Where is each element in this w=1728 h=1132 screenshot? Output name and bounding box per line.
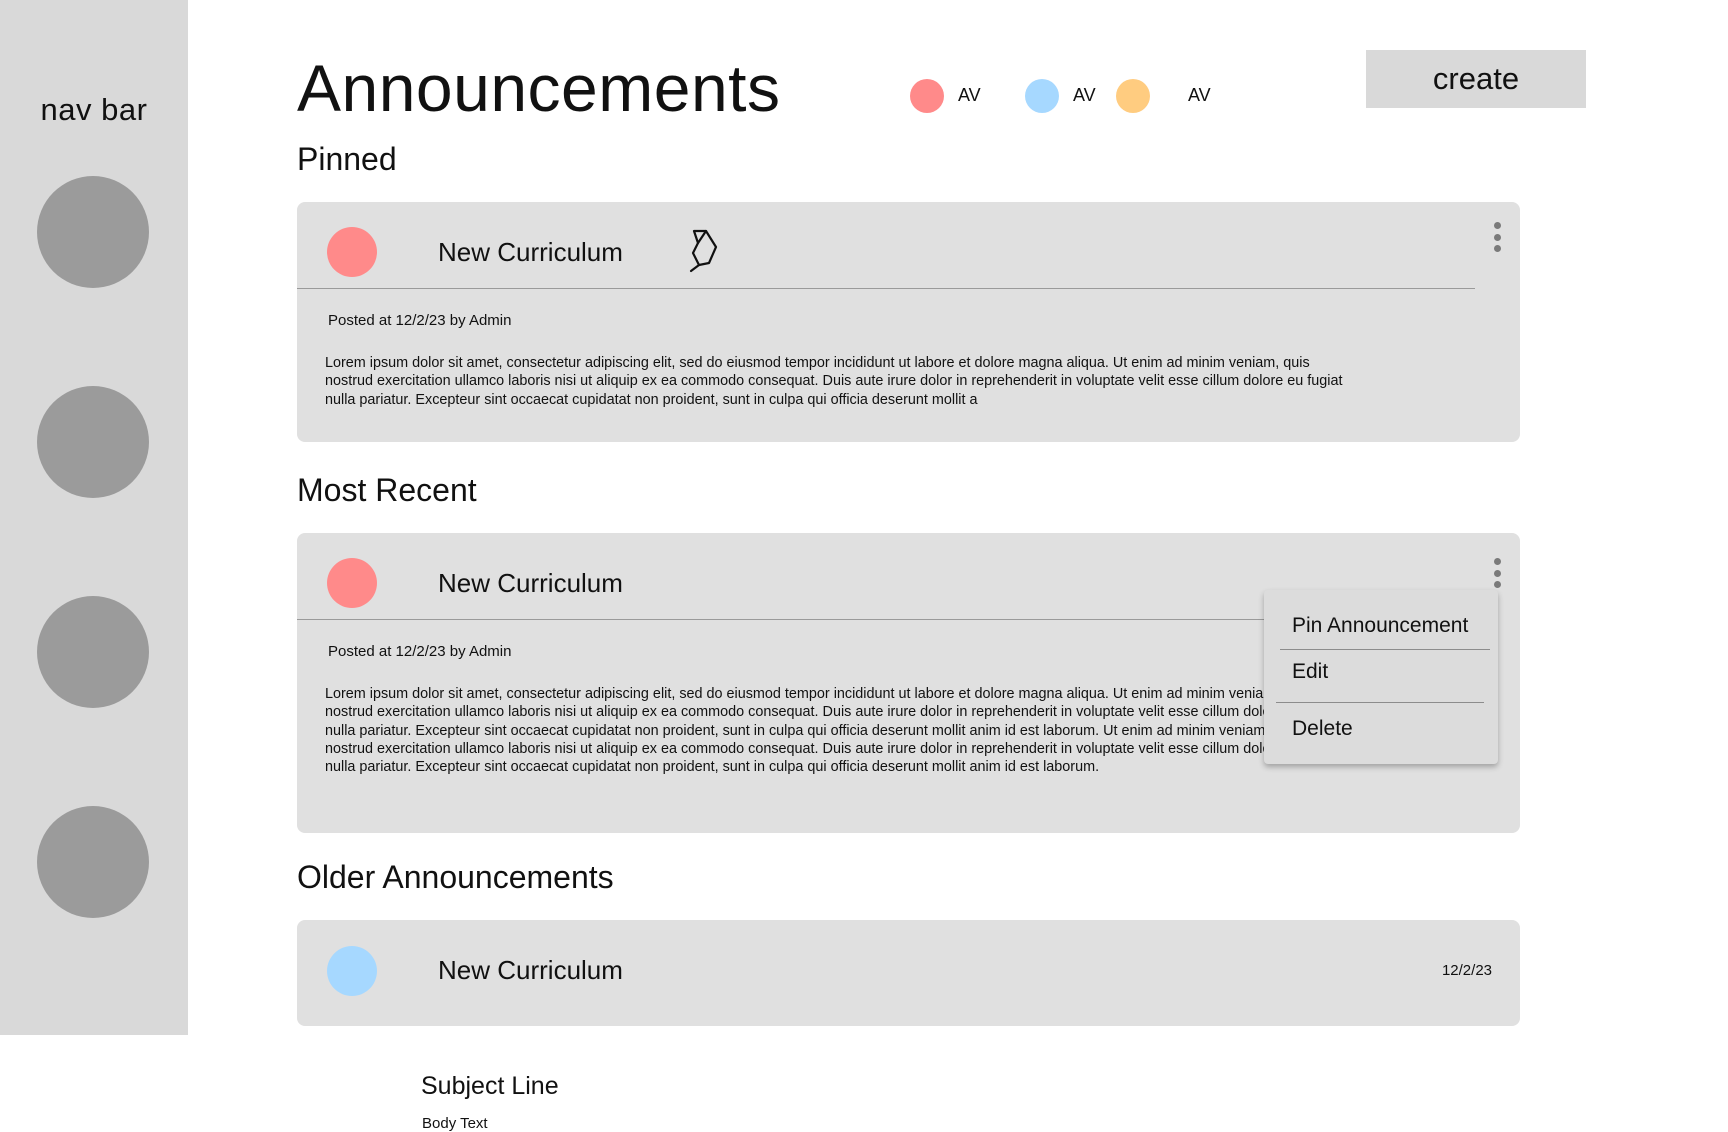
author-dot bbox=[327, 227, 377, 277]
announcement-context-menu: Pin Announcement Edit Delete bbox=[1264, 590, 1498, 764]
more-options-icon[interactable] bbox=[1492, 558, 1502, 588]
announcement-title: New Curriculum bbox=[438, 955, 623, 985]
post-meta: Posted at 12/2/23 by Admin bbox=[328, 643, 512, 660]
announcement-body: Lorem ipsum dolor sit amet, consectetur … bbox=[325, 355, 1343, 408]
avatar-dot bbox=[1025, 79, 1059, 113]
section-title-older: Older Announcements bbox=[297, 859, 614, 895]
nav-bar-label: nav bar bbox=[40, 92, 148, 127]
older-announcement-card[interactable]: New Curriculum 12/2/23 bbox=[297, 920, 1520, 1026]
announcement-title: New Curriculum bbox=[438, 237, 623, 267]
avatar-dot bbox=[1116, 79, 1150, 113]
avatar-2[interactable]: AV bbox=[1025, 76, 1096, 116]
nav-item-1[interactable] bbox=[37, 176, 149, 288]
avatar-3[interactable]: AV bbox=[1116, 76, 1211, 116]
section-title-recent: Most Recent bbox=[297, 472, 477, 508]
announcement-body: Lorem ipsum dolor sit amet, consectetur … bbox=[325, 686, 1343, 776]
subject-line: Subject Line bbox=[421, 1072, 559, 1100]
author-dot bbox=[327, 946, 377, 996]
announcement-title: New Curriculum bbox=[438, 568, 623, 598]
card-divider bbox=[297, 288, 1475, 289]
menu-item-delete[interactable]: Delete bbox=[1292, 717, 1353, 741]
avatar-label: AV bbox=[1188, 85, 1211, 105]
create-button[interactable]: create bbox=[1366, 50, 1586, 108]
menu-divider bbox=[1280, 649, 1490, 650]
pin-icon[interactable] bbox=[687, 227, 723, 273]
body-text: Body Text bbox=[422, 1115, 488, 1132]
menu-item-edit[interactable]: Edit bbox=[1292, 660, 1328, 684]
section-title-pinned: Pinned bbox=[297, 141, 397, 177]
author-dot bbox=[327, 558, 377, 608]
avatar-label: AV bbox=[958, 85, 981, 105]
menu-item-pin-announcement[interactable]: Pin Announcement bbox=[1292, 614, 1468, 638]
announcement-date: 12/2/23 bbox=[1441, 962, 1492, 979]
more-options-icon[interactable] bbox=[1492, 222, 1502, 252]
pinned-announcement-card[interactable]: New Curriculum Posted at 12/2/23 by Admi… bbox=[297, 202, 1520, 442]
page-title: Announcements bbox=[297, 51, 781, 125]
avatar-1[interactable]: AV bbox=[910, 76, 981, 116]
nav-item-4[interactable] bbox=[37, 806, 149, 918]
avatar-label: AV bbox=[1073, 85, 1096, 105]
nav-item-2[interactable] bbox=[37, 386, 149, 498]
nav-item-3[interactable] bbox=[37, 596, 149, 708]
menu-divider bbox=[1276, 702, 1484, 703]
avatar-dot bbox=[910, 79, 944, 113]
post-meta: Posted at 12/2/23 by Admin bbox=[328, 312, 512, 329]
nav-sidebar: nav bar bbox=[0, 0, 188, 1035]
